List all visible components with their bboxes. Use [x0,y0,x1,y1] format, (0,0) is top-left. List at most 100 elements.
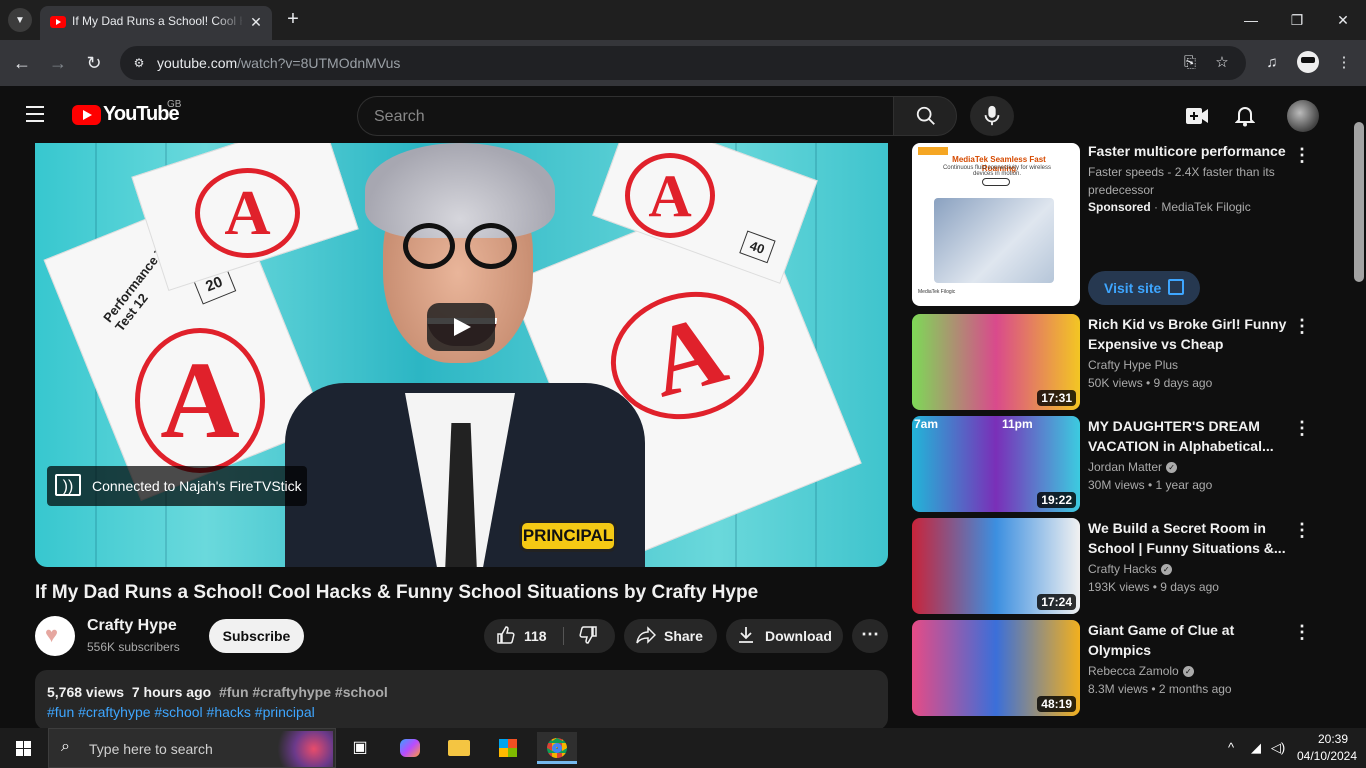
download-button[interactable]: Download [726,619,843,653]
close-window-button[interactable]: ✕ [1320,6,1366,34]
recommendation-thumbnail[interactable]: 48:19 [912,620,1080,716]
kebab-menu-icon[interactable]: ⋮ [1292,518,1312,542]
chevron-up-icon[interactable]: ^ [1222,739,1240,757]
recommendation-channel[interactable]: Rebecca Zamolo ✓ [1088,664,1194,678]
recommendation-item[interactable]: 17:24 We Build a Secret Room in School | … [912,518,1320,614]
address-bar[interactable]: ⚙ youtube.com/watch?v=8UTMOdnMVus ⎘ ☆ [120,46,1246,80]
install-app-icon[interactable]: ⎘ [1180,53,1200,73]
channel-name[interactable]: Crafty Hype [87,617,177,635]
upload-time: 7 hours ago [131,684,212,700]
sidebar-ad[interactable]: MediaTek Seamless Fast Roaming Continuou… [912,143,1320,306]
inline-tags: #fun #craftyhype #school [218,684,388,700]
minimize-button[interactable]: — [1228,6,1274,34]
recommendation-item[interactable]: 17:31 Rich Kid vs Broke Girl! Funny Expen… [912,314,1320,410]
search-button[interactable] [893,96,957,136]
cast-status-text: Connected to Najah's FireTVStick [92,478,302,494]
ad-thumb-subtext: Continuous fluid connectivity for wirele… [942,165,1052,177]
cast-status-banner: )) Connected to Najah's FireTVStick [47,466,307,506]
back-button[interactable]: ← [9,50,35,76]
thumbnail-person-hair [365,143,555,238]
tab-search-button[interactable]: ▼ [8,8,32,32]
url-text[interactable]: youtube.com/watch?v=8UTMOdnMVus [157,55,400,71]
file-explorer-icon[interactable] [439,732,479,764]
recommendation-title[interactable]: We Build a Secret Room in School | Funny… [1088,518,1294,558]
restore-button[interactable]: ❐ [1274,6,1320,34]
kebab-menu-icon[interactable]: ⋮ [1292,620,1312,644]
search-input[interactable] [374,106,874,128]
thumbs-up-icon [496,625,516,650]
copilot-icon[interactable] [390,732,430,764]
recommendation-channel[interactable]: Crafty Hype Plus [1088,358,1178,372]
voice-search-button[interactable] [970,96,1014,136]
recommendation-thumbnail[interactable]: 17:24 [912,518,1080,614]
forward-button[interactable]: → [45,50,71,76]
recommendation-title[interactable]: MY DAUGHTER'S DREAM VACATION in Alphabet… [1088,416,1294,456]
channel-avatar[interactable] [35,616,75,656]
start-button[interactable] [0,728,48,768]
chrome-menu-icon[interactable]: ⋮ [1333,52,1355,74]
like-dislike-group: 118 [484,619,615,653]
tab-close-button[interactable]: ✕ [246,12,266,32]
recommendation-item[interactable]: 48:19 Giant Game of Clue at Olympics Rebec… [912,620,1320,716]
site-info-icon[interactable]: ⚙ [130,54,148,72]
thumbnail-glasses [403,223,455,269]
new-tab-button[interactable]: + [282,8,304,30]
recommendation-title[interactable]: Rich Kid vs Broke Girl! Funny Expensive … [1088,314,1294,354]
taskbar-search[interactable]: ⌕ Type here to search [48,728,336,768]
subscribe-button[interactable]: Subscribe [209,619,304,653]
task-view-icon[interactable]: ▣ [340,732,380,764]
visit-site-button[interactable]: Visit site [1088,271,1200,305]
microsoft-store-icon[interactable] [488,732,528,764]
search-box[interactable] [357,96,894,136]
create-video-icon[interactable] [1184,103,1210,129]
tab-title-fade [215,10,245,32]
kebab-menu-icon[interactable]: ⋮ [1292,416,1312,440]
recommendation-title[interactable]: Giant Game of Clue at Olympics [1088,620,1294,660]
recommendation-item[interactable]: 7am 11pm 19:22 MY DAUGHTER'S DREAM VACATION… [912,416,1320,512]
clock-time[interactable]: 20:39 [1308,732,1358,746]
youtube-logo[interactable]: YouTube GB [72,99,192,127]
network-icon[interactable]: ◢ [1247,739,1265,757]
bookmark-star-icon[interactable]: ☆ [1212,53,1232,73]
external-link-icon [1168,279,1184,295]
region-code: GB [167,99,182,110]
media-control-icon[interactable]: ♫ [1261,52,1283,74]
subscriber-count: 556K subscribers [87,640,180,654]
video-player[interactable]: Performance Task Test 12 20 40 A A A A )… [35,143,888,567]
recommendation-channel[interactable]: Crafty Hacks ✓ [1088,562,1172,576]
ad-description: Faster speeds - 2.4X faster than its pre… [1088,165,1275,197]
video-title: If My Dad Runs a School! Cool Hacks & Fu… [35,582,759,603]
video-duration: 19:22 [1037,492,1076,508]
like-count: 118 [524,628,547,644]
arrow-left-icon: ← [13,53,31,73]
share-button[interactable]: Share [624,619,717,653]
recommendation-thumbnail[interactable]: 7am 11pm 19:22 [912,416,1080,512]
taskbar-search-placeholder: Type here to search [89,741,213,757]
kebab-menu-icon[interactable]: ⋮ [1292,143,1312,167]
scrollbar-thumb[interactable] [1354,122,1364,282]
chrome-taskbar-icon[interactable] [537,732,577,764]
channel-name: Rebecca Zamolo [1088,664,1179,678]
bell-icon[interactable] [1232,103,1258,129]
clock-date[interactable]: 04/10/2024 [1294,749,1360,763]
page-scrollbar[interactable] [1352,86,1366,728]
browser-tab-active[interactable]: If My Dad Runs a School! Cool Hacks & Fu… [40,6,272,40]
kebab-menu-icon[interactable]: ⋮ [1292,314,1312,338]
search-icon [916,106,935,125]
recommendation-thumbnail[interactable]: 17:31 [912,314,1080,410]
description-box[interactable]: 5,768 views 7 hours ago #fun #craftyhype… [35,670,888,730]
hamburger-icon[interactable] [24,104,48,124]
chrome-profile-avatar[interactable] [1297,51,1319,73]
ad-thumbnail[interactable]: MediaTek Seamless Fast Roaming Continuou… [912,143,1080,306]
play-button[interactable] [427,303,495,351]
recommendation-channel[interactable]: Jordan Matter ✓ [1088,460,1178,474]
account-avatar[interactable] [1287,100,1319,132]
advertiser-name: MediaTek Filogic [1161,200,1251,214]
dislike-button[interactable] [564,619,615,653]
volume-icon[interactable]: ◁) [1269,739,1287,757]
more-actions-button[interactable]: ⋯ [852,619,888,653]
hashtag-links[interactable]: #fun #craftyhype #school #hacks #princip… [47,704,315,720]
ad-title[interactable]: Faster multicore performance [1088,143,1294,159]
like-button[interactable]: 118 [484,619,562,653]
reload-button[interactable]: ↻ [81,50,107,76]
